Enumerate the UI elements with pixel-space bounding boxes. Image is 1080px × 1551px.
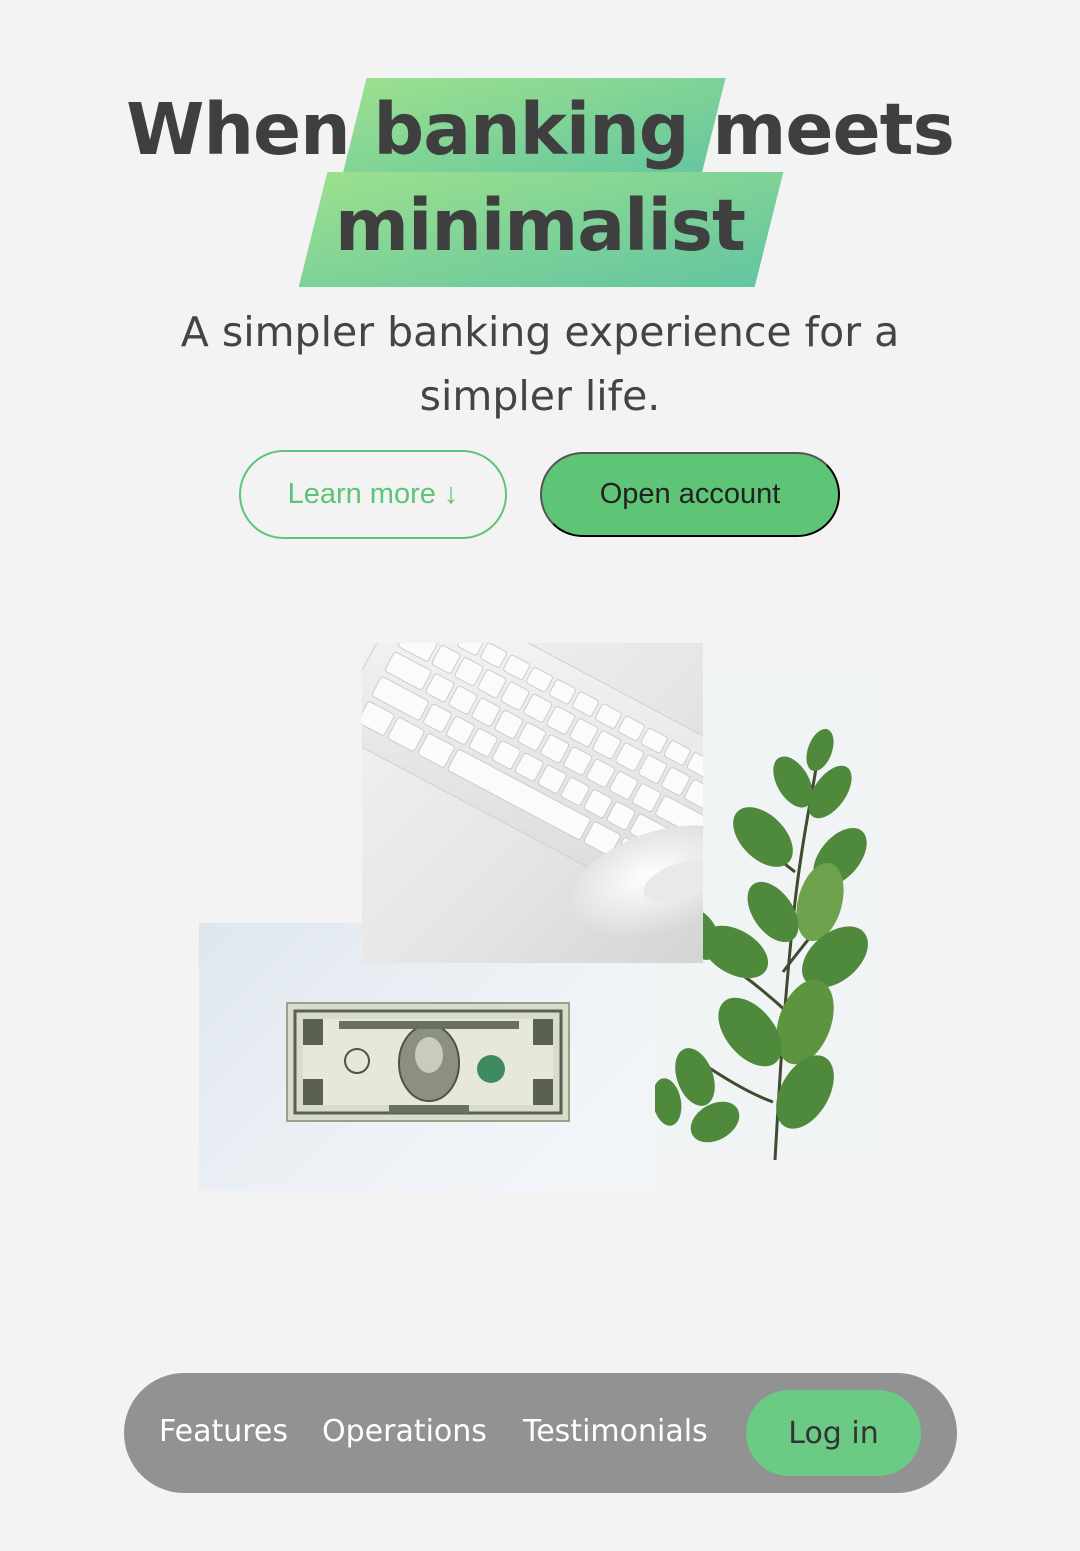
nav-link-features[interactable]: Features	[159, 1413, 288, 1451]
hero-title-line-1: When banking meets	[0, 94, 1080, 165]
bottom-navigation: Features Operations Testimonials Log in	[124, 1373, 957, 1493]
dollar-bill-illustration	[286, 1002, 570, 1122]
nav-link-operations[interactable]: Operations	[322, 1413, 487, 1451]
hero-title-highlight-minimalist-text: minimalist	[335, 184, 746, 267]
hero-title-highlight-banking-text: banking	[373, 88, 689, 171]
keyboard-mouse-illustration	[362, 643, 703, 941]
hero-title-highlight-minimalist: minimalist	[335, 190, 746, 261]
login-button[interactable]: Log in	[746, 1390, 921, 1476]
keyboard-mouse-image	[362, 643, 703, 963]
hero-title-word-meets: meets	[712, 88, 954, 171]
nav-link-testimonials[interactable]: Testimonials	[523, 1413, 708, 1451]
hero-title-word-when: When	[126, 88, 351, 171]
hero-title-highlight-banking: banking	[373, 94, 689, 165]
hero-subtitle: A simpler banking experience for a simpl…	[180, 308, 900, 420]
learn-more-button[interactable]: Learn more ↓	[239, 450, 507, 539]
open-account-button[interactable]: Open account	[540, 452, 840, 537]
hero-title-line-2: minimalist	[0, 190, 1080, 261]
dollar-bill-image	[199, 923, 655, 1191]
